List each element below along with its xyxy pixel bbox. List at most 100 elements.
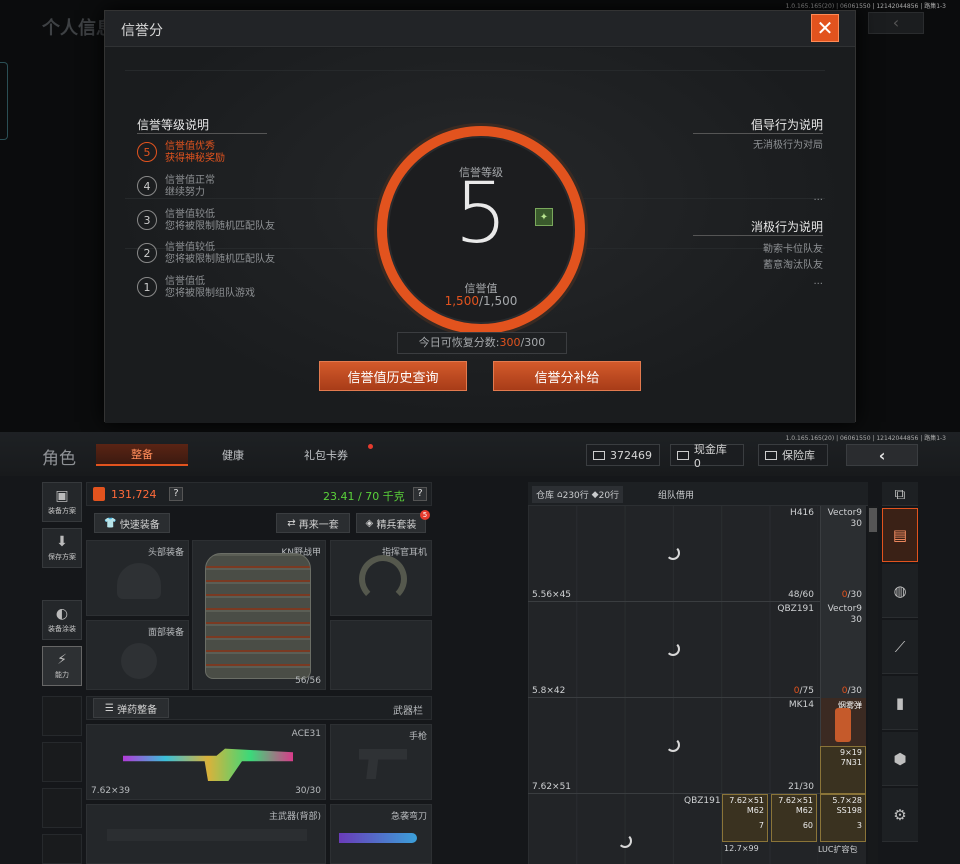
dialog-title: 信誉分 [121, 23, 163, 39]
rifle-icon [123, 748, 293, 781]
level-item-4: 4 信誉值正常 继续努力 [137, 175, 215, 199]
positive-item: 无消极行为对局 [753, 140, 823, 151]
negative-more: ... [813, 276, 823, 287]
warehouse-header: 仓库 ⌂ 230行 ◆ 20行 组队借用 [528, 482, 868, 506]
ammo-item[interactable]: 9×19 7N31 [820, 746, 866, 794]
empty-slot [42, 742, 82, 782]
shield-icon: ◈ [365, 517, 374, 529]
value-help-button[interactable]: ? [169, 487, 183, 501]
level-item-2: 2 信誉值较低 您将被限制随机匹配队友 [137, 242, 275, 266]
all-items-icon: ⧉ [894, 484, 906, 503]
save-plan-button[interactable]: ⬇ 保存方案 [42, 528, 82, 568]
reward-badge-icon[interactable]: ✦ [535, 208, 553, 226]
weapon-item[interactable]: Vector9 30 0/30 [820, 602, 866, 698]
headset-slot[interactable]: 指挥官耳机 [330, 540, 432, 616]
team-borrow-tab[interactable]: 组队借用 [658, 486, 694, 503]
score-value: 1,500/1,500 [444, 294, 518, 308]
back-button[interactable]: ‹ [846, 444, 918, 466]
item-label: LUC扩容包 [818, 845, 858, 854]
category-all[interactable]: ⧉ [882, 482, 918, 506]
grenade-icon: ⬢ [893, 749, 907, 768]
weapon-item[interactable]: Vector9 30 0/30 [820, 506, 866, 602]
warehouse-tab[interactable]: 仓库 ⌂ 230行 ◆ 20行 [532, 486, 624, 503]
level-item-3: 3 信誉值较低 您将被限制随机匹配队友 [137, 209, 275, 233]
loading-icon [666, 642, 680, 656]
notification-dot [368, 444, 373, 449]
loading-icon [666, 738, 680, 752]
positive-section-title: 倡导行为说明 [750, 118, 823, 132]
dialog-body: 信誉等级说明 5 信誉值优秀 获得神秘奖励 4 信誉值正常 继续努力 3 信誉值较低… [105, 48, 855, 423]
power-icon: ⚡ [57, 652, 67, 668]
weight-help-button[interactable]: ? [413, 487, 427, 501]
level-section-title: 信誉等级说明 [137, 118, 210, 132]
version-text: 1.0.165.165(20) | 06061550 | 12142044856… [785, 435, 946, 442]
ammo-prep-button[interactable]: ☰ 弹药整备 [93, 698, 169, 718]
warehouse-grid[interactable]: H416 5.56×45 48/60 Vector9 30 0/30 QBZ19… [528, 506, 866, 864]
negative-section-title: 消极行为说明 [750, 220, 823, 234]
loadout-plan-button[interactable]: ▣ 装备方案 [42, 482, 82, 522]
primary-weapon-slot[interactable]: ACE31 7.62×39 30/30 [86, 724, 326, 800]
magazine-icon: ▮ [895, 693, 905, 712]
smoke-grenade-item[interactable]: 烟雾弹 [820, 698, 866, 746]
credit-supply-button[interactable]: 信誉分补给 [493, 361, 641, 391]
back-weapon-slot[interactable]: 主武器(背部) [86, 804, 326, 864]
pistol-slot[interactable]: 手枪 [330, 724, 432, 800]
credit-level-ring: 信誉等级 5 信誉值 1,500/1,500 [377, 126, 585, 334]
warehouse-row: QBZ191 7.62×51 M62 7 7.62×51 M62 60 5.7×… [528, 794, 866, 864]
pistol-icon [359, 749, 407, 779]
cash-vault-button[interactable]: 现金库 0 [670, 443, 744, 470]
helmet-icon: ◐ [55, 606, 69, 622]
knife-icon [339, 833, 417, 843]
skin-button[interactable]: ◐ 装备涂装 [42, 600, 82, 640]
tab-loadout[interactable]: 整备 [96, 444, 188, 466]
warehouse-row: QBZ191 5.8×42 0/75 Vector9 30 0/30 [528, 602, 866, 698]
ticket-icon [593, 450, 605, 460]
category-rifle[interactable]: ⟋ [882, 620, 918, 674]
category-box[interactable]: ▤ [882, 508, 918, 562]
category-magazine[interactable]: ▮ [882, 676, 918, 730]
bg-back-button: ‹ [868, 12, 924, 34]
warehouse-scrollbar[interactable] [868, 506, 878, 864]
weapon-bar-label: 武器栏 [393, 706, 423, 717]
scroll-thumb[interactable] [869, 508, 877, 532]
category-backpack[interactable]: ◍ [882, 564, 918, 618]
face-slot[interactable]: 面部装备 [86, 620, 189, 690]
positive-more: ... [813, 192, 823, 203]
empty-slot [42, 788, 82, 828]
item-label: 12.7×99 [724, 844, 759, 853]
elite-badge: 5 [420, 510, 430, 520]
credit-score-dialog: 信誉分 ✕ 信誉等级说明 5 信誉值优秀 获得神秘奖励 4 信誉值正常 继续努力 3… [104, 10, 856, 423]
shirt-icon: 👕 [104, 517, 117, 529]
box-icon: ▤ [892, 526, 908, 544]
tag-icon: ◆ [591, 489, 599, 500]
dialog-header: 信誉分 ✕ [105, 11, 855, 47]
equip-again-button[interactable]: ⇄ 再来一套 [276, 513, 350, 533]
gear-icon: ⚙ [893, 805, 907, 824]
close-icon: ✕ [816, 16, 834, 40]
ammo-icon: ☰ [104, 702, 114, 714]
loading-icon [618, 834, 632, 848]
gear-value: 131,724 [111, 488, 157, 501]
ability-button[interactable]: ⚡ 能力 [42, 646, 82, 686]
tab-gift-cards[interactable]: 礼包卡券 [286, 444, 366, 466]
close-button[interactable]: ✕ [811, 14, 839, 42]
ammo-item[interactable]: 5.7×28 SS198 3 [820, 794, 866, 842]
tab-health[interactable]: 健康 [196, 444, 270, 466]
warehouse-row: MK14 7.62×51 21/30 烟雾弹 9×19 7N31 [528, 698, 866, 794]
category-grenade[interactable]: ⬢ [882, 732, 918, 786]
history-query-button[interactable]: 信誉值历史查询 [319, 361, 467, 391]
headset-icon [359, 555, 407, 603]
page-title: 角色 [42, 449, 76, 469]
category-gear[interactable]: ⚙ [882, 788, 918, 842]
empty-gear-slot[interactable] [330, 620, 432, 690]
melee-slot[interactable]: 急袭弯刀 [330, 804, 432, 864]
ammo-item[interactable]: 7.62×51 M62 7 [722, 794, 768, 842]
cash-icon [677, 450, 689, 460]
ammo-item[interactable]: 7.62×51 M62 60 [771, 794, 817, 842]
head-slot[interactable]: 头部装备 [86, 540, 189, 616]
elite-set-button[interactable]: ◈ 精兵套装 [356, 513, 426, 533]
safe-button[interactable]: 保险库 [758, 444, 828, 466]
armor-slot[interactable]: KN野战甲 56/56 [192, 540, 326, 690]
quick-equip-button[interactable]: 👕 快速装备 [94, 513, 170, 533]
bg-left-tab [0, 62, 8, 140]
